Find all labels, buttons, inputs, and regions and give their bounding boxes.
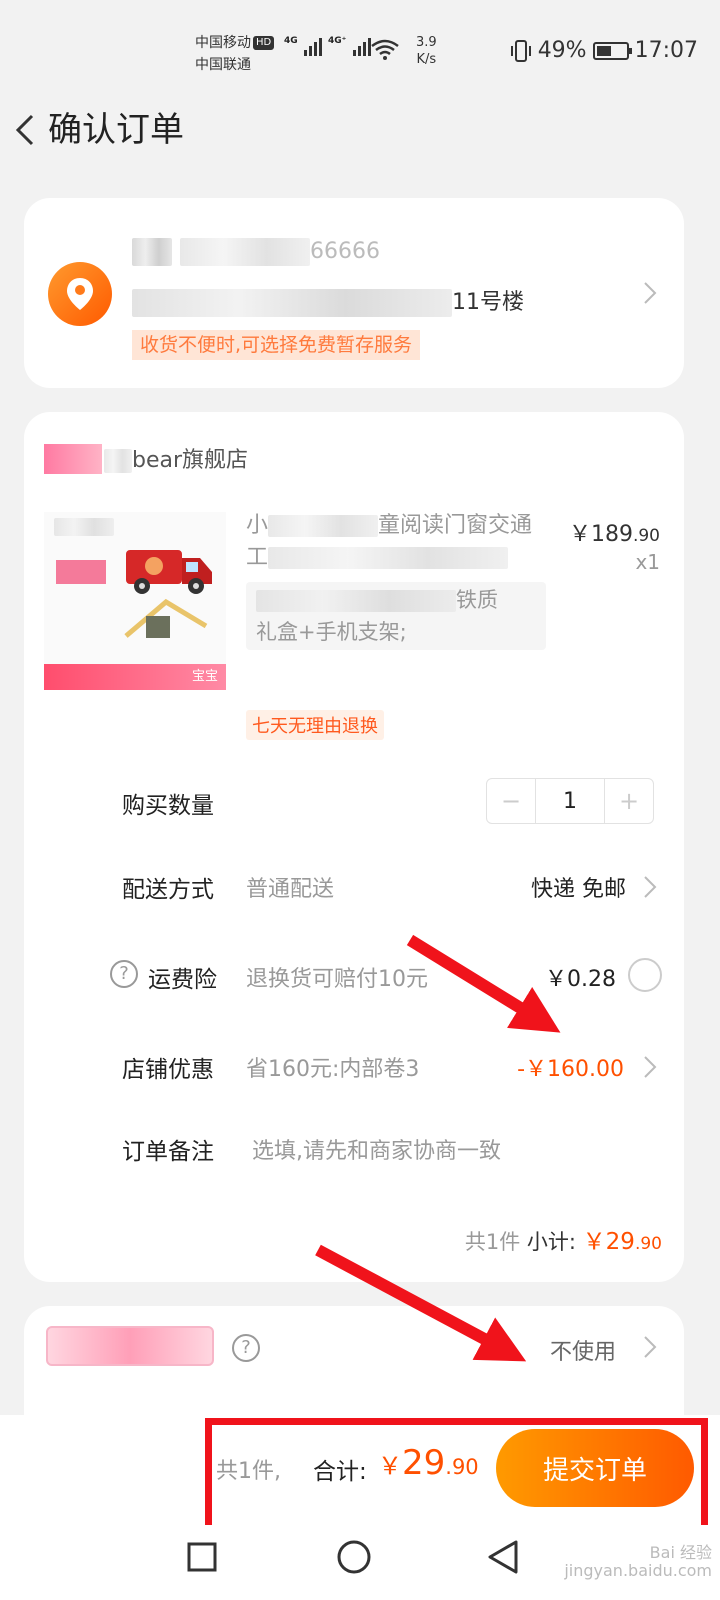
back-arrow-icon[interactable] xyxy=(8,106,44,154)
delivery-label: 配送方式 xyxy=(122,877,214,903)
chevron-right-icon xyxy=(644,282,657,304)
vibrate-icon xyxy=(510,39,531,62)
image-tag: 宝宝 xyxy=(44,664,226,690)
home-icon[interactable] xyxy=(336,1539,372,1575)
subtotal-amount: ￥29.90 xyxy=(582,1229,662,1255)
page-header: 确认订单 xyxy=(0,100,720,160)
store-discount-row[interactable]: 店铺优惠 省160元:内部卷3 -￥160.00 xyxy=(24,1036,684,1096)
battery-percent: 49% xyxy=(537,38,587,63)
address-card[interactable]: 66666 11号楼 收货不便时,可选择免费暂存服务 xyxy=(24,198,684,388)
insurance-radio[interactable] xyxy=(628,958,662,992)
battery-icon xyxy=(592,41,632,60)
clock: 17:07 xyxy=(634,38,698,63)
highlight-box xyxy=(205,1418,708,1532)
accessory-icon xyxy=(124,598,208,638)
shipping-insurance-row: ? 运费险 退换货可赔付10元 ￥0.28 xyxy=(24,946,684,1006)
quantity-stepper[interactable]: − 1 + xyxy=(486,778,654,824)
note-label: 订单备注 xyxy=(122,1139,214,1165)
quantity-value[interactable]: 1 xyxy=(535,779,605,823)
increase-button[interactable]: + xyxy=(605,779,653,823)
product-title[interactable]: 小童阅读门窗交通 工 xyxy=(246,510,546,574)
coupon-icon xyxy=(46,1326,214,1366)
location-icon xyxy=(48,262,112,326)
address-line: 11号楼 xyxy=(132,284,524,317)
carrier-info: 中国移动 HD 中国联通 xyxy=(195,32,275,76)
truck-icon xyxy=(126,550,212,594)
recipient-line: 66666 xyxy=(132,238,380,266)
page-title: 确认订单 xyxy=(48,110,184,150)
order-card: bear旗舰店 宝宝 小童阅读门窗交通 工 铁质 礼盒+手机支架; ￥189.9… xyxy=(24,412,684,1282)
status-bar: 中国移动 HD 中国联通 4G 4G⁺ 3.9 K/s 49% 17:07 xyxy=(0,0,720,100)
quantity-row: 购买数量 − 1 + xyxy=(24,772,684,832)
chevron-right-icon xyxy=(644,876,657,898)
system-nav-bar: Bai 经验 jingyan.baidu.com xyxy=(0,1525,720,1600)
discount-label: 店铺优惠 xyxy=(122,1057,214,1083)
product-sku: 铁质 礼盒+手机支架; xyxy=(246,582,546,650)
recipient-phone: 66666 xyxy=(310,239,380,264)
address-detail: 11号楼 xyxy=(452,290,524,315)
product-price: ￥189.90 xyxy=(568,522,660,547)
delivery-option: 快递 免邮 xyxy=(531,877,626,902)
carrier-2: 中国联通 xyxy=(195,57,251,73)
coupon-value: 不使用 xyxy=(549,1340,616,1365)
help-icon[interactable]: ? xyxy=(232,1334,260,1362)
quantity-label: 购买数量 xyxy=(122,793,214,819)
product-quantity: x1 xyxy=(635,550,660,574)
discount-desc: 省160元:内部卷3 xyxy=(246,1057,420,1082)
order-note-row: 订单备注 选填,请先和商家协商一致 xyxy=(24,1118,684,1178)
return-policy-badge: 七天无理由退换 xyxy=(246,710,384,740)
discount-amount: -￥160.00 xyxy=(517,1057,624,1082)
store-logo xyxy=(44,444,102,474)
address-tip: 收货不便时,可选择免费暂存服务 xyxy=(132,330,421,360)
insurance-label: 运费险 xyxy=(148,967,217,993)
network-speed: 3.9 K/s xyxy=(416,35,437,67)
subtotal: 共1件 小计: ￥29.90 xyxy=(465,1222,662,1256)
signal-1-icon: 4G xyxy=(284,36,322,60)
store-name[interactable]: bear旗舰店 xyxy=(104,442,248,474)
watermark: Bai 经验 jingyan.baidu.com xyxy=(564,1543,712,1580)
order-note-input[interactable]: 选填,请先和商家协商一致 xyxy=(252,1133,501,1165)
back-nav-icon[interactable] xyxy=(486,1539,520,1575)
recents-icon[interactable] xyxy=(186,1541,218,1573)
insurance-desc: 退换货可赔付10元 xyxy=(246,967,428,992)
carrier-1: 中国移动 xyxy=(195,35,251,51)
help-icon[interactable]: ? xyxy=(110,960,138,988)
subtotal-label: 小计: xyxy=(526,1230,576,1254)
product-image[interactable]: 宝宝 xyxy=(44,512,226,690)
delivery-row[interactable]: 配送方式 普通配送 快递 免邮 xyxy=(24,856,684,916)
hd-badge: HD xyxy=(253,36,275,50)
delivery-method: 普通配送 xyxy=(246,877,335,902)
status-right: 49% 17:07 xyxy=(510,38,698,63)
signal-2-icon: 4G⁺ xyxy=(328,36,371,60)
chevron-right-icon xyxy=(644,1056,657,1078)
subtotal-count: 共1件 xyxy=(464,1230,521,1254)
wifi-icon xyxy=(371,39,399,60)
insurance-price: ￥0.28 xyxy=(545,967,616,992)
decrease-button[interactable]: − xyxy=(487,779,535,823)
chevron-right-icon xyxy=(644,1336,657,1358)
